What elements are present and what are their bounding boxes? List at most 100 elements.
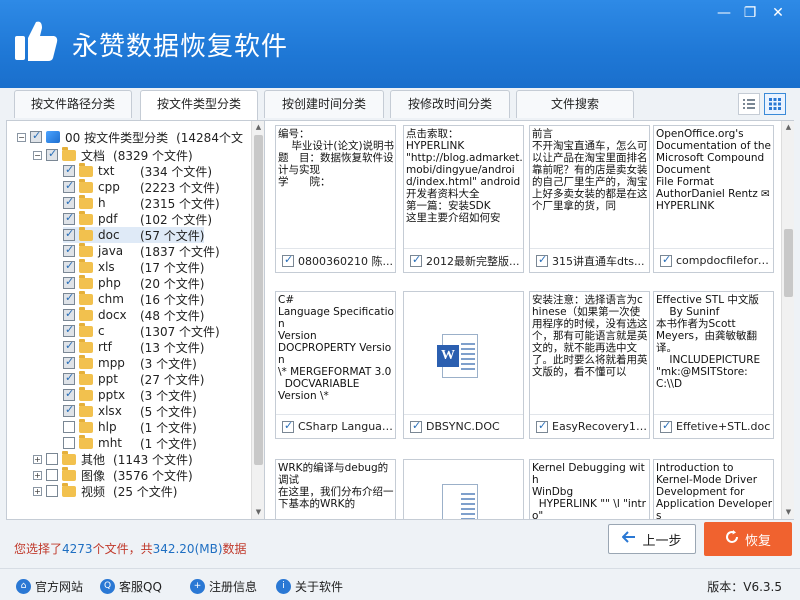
file-card[interactable]: 前言 不开淘宝直通车，怎么可以让产品在淘宝里面排名靠前呢？有的店是卖女装的自己厂… — [529, 125, 650, 273]
file-checkbox[interactable] — [410, 253, 422, 267]
tree-item-documents[interactable]: − 文档 (8329 个文件) — [33, 146, 193, 163]
file-card[interactable]: W DBSYNC.DOC — [403, 291, 524, 439]
tree-item-mpp[interactable]: mpp (3 个文件) — [63, 354, 197, 371]
tree-scrollbar[interactable]: ▲ ▼ — [251, 121, 264, 519]
tree-item-ppt[interactable]: ppt (27 个文件) — [63, 370, 204, 387]
tab-by-created-time[interactable]: 按创建时间分类 — [264, 90, 384, 118]
tree-item-checkbox[interactable] — [46, 485, 58, 497]
tree-item-h[interactable]: h (2315 个文件) — [63, 194, 220, 211]
recover-button[interactable]: 恢复 — [704, 522, 792, 556]
tree-item-mht[interactable]: mht (1 个文件) — [63, 434, 197, 451]
tree-item-pptx[interactable]: pptx (3 个文件) — [63, 386, 197, 403]
tree-item-c[interactable]: c (1307 个文件) — [63, 322, 220, 339]
tree-item-checkbox[interactable] — [63, 211, 75, 225]
grid-scroll-thumb[interactable] — [784, 229, 793, 297]
tree-item-doc[interactable]: doc (57 个文件) — [63, 226, 205, 243]
file-card-footer: 0800360210 陈... — [276, 248, 395, 272]
back-button[interactable]: 上一步 — [608, 524, 696, 554]
tree-item-label: chm — [98, 292, 124, 306]
tree-item-checkbox[interactable] — [46, 453, 58, 465]
tree-item-checkbox[interactable] — [63, 195, 75, 209]
file-checkbox[interactable] — [536, 253, 548, 267]
list-view-icon[interactable] — [738, 93, 760, 115]
tree-item-checkbox[interactable] — [63, 259, 75, 273]
close-icon[interactable]: ✕ — [766, 4, 790, 22]
scroll-up-icon[interactable]: ▲ — [782, 121, 795, 134]
tree-item-checkbox[interactable] — [63, 291, 75, 305]
tree-item-txt[interactable]: txt (334 个文件) — [63, 162, 212, 179]
tree-item-hlp[interactable]: hlp (1 个文件) — [63, 418, 197, 435]
file-checkbox[interactable] — [282, 253, 294, 267]
tree-item-checkbox[interactable] — [63, 163, 75, 177]
tab-by-modified-time[interactable]: 按修改时间分类 — [390, 90, 510, 118]
tree-scroll-thumb[interactable] — [254, 135, 263, 465]
scroll-down-icon[interactable]: ▼ — [782, 506, 795, 519]
tree-item-cpp[interactable]: cpp (2223 个文件) — [63, 178, 220, 195]
tree-item-other[interactable]: + 其他 (1143 个文件) — [33, 450, 193, 467]
tree-item-checkbox[interactable] — [63, 371, 75, 385]
tree-item-checkbox[interactable] — [63, 437, 75, 449]
file-card[interactable]: 点击索取： HYPERLINK "http://blog.admarket.mo… — [403, 125, 524, 273]
tree-item-checkbox[interactable] — [63, 339, 75, 353]
expand-icon[interactable]: + — [33, 470, 42, 480]
support-qq-link[interactable]: Q 客服QQ — [100, 578, 162, 595]
file-card[interactable]: Kernel Debugging with WinDbg HYPERLINK "… — [529, 459, 650, 519]
tab-by-path[interactable]: 按文件路径分类 — [14, 90, 132, 118]
tree-item-checkbox[interactable] — [63, 243, 75, 257]
file-card[interactable]: OpenOffice.org's Documentation of the Mi… — [653, 125, 774, 273]
tree-item-rtf[interactable]: rtf (13 个文件) — [63, 338, 204, 355]
scroll-down-icon[interactable]: ▼ — [252, 506, 264, 519]
file-checkbox[interactable] — [536, 419, 548, 433]
expand-icon[interactable]: + — [33, 454, 42, 464]
file-card[interactable]: 安装注意：选择语言为chinese（如果第一次使用程序的时候，没有选这个，那有可… — [529, 291, 650, 439]
file-card[interactable] — [403, 459, 524, 519]
tree-item-checkbox[interactable] — [63, 179, 75, 193]
expand-icon[interactable]: + — [33, 486, 42, 496]
scroll-up-icon[interactable]: ▲ — [252, 121, 264, 134]
tree-item-xlsx[interactable]: xlsx (5 个文件) — [63, 402, 197, 419]
file-checkbox[interactable] — [660, 253, 672, 267]
official-site-link[interactable]: ⌂ 官方网站 — [16, 578, 83, 595]
grid-view-icon[interactable] — [764, 93, 786, 115]
tree-root-checkbox[interactable] — [30, 129, 42, 143]
tree-item-checkbox[interactable] — [63, 227, 75, 241]
file-card[interactable]: Effective STL 中文版 By Suninf 本书作者为Scott M… — [653, 291, 774, 439]
tree-item-checkbox[interactable] — [63, 307, 75, 321]
tree-item-checkbox[interactable] — [63, 387, 75, 401]
restore-icon[interactable]: ❐ — [738, 4, 762, 22]
registration-info-link[interactable]: + 注册信息 — [190, 578, 257, 595]
tree-item-java[interactable]: java (1837 个文件) — [63, 242, 220, 259]
tree-item-checkbox[interactable] — [46, 147, 58, 161]
tree-item-docx[interactable]: docx (48 个文件) — [63, 306, 204, 323]
tree-item-images[interactable]: + 图像 (3576 个文件) — [33, 466, 193, 483]
tree-item-checkbox[interactable] — [63, 421, 75, 433]
file-checkbox[interactable] — [410, 419, 422, 433]
tree-item-xls[interactable]: xls (17 个文件) — [63, 258, 204, 275]
tree-item-pdf[interactable]: pdf (102 个文件) — [63, 210, 212, 227]
tree-item-php[interactable]: php (20 个文件) — [63, 274, 204, 291]
file-card[interactable]: C# Language Specification Version DOCPRO… — [275, 291, 396, 439]
collapse-icon[interactable]: − — [33, 150, 42, 160]
tree-item-checkbox[interactable] — [63, 355, 75, 369]
tree-item-chm[interactable]: chm (16 个文件) — [63, 290, 204, 307]
tree-item-videos[interactable]: + 视频 (25 个文件) — [33, 482, 177, 499]
collapse-icon[interactable]: − — [17, 132, 26, 142]
about-link[interactable]: i 关于软件 — [276, 578, 343, 595]
minimize-icon[interactable]: — — [712, 4, 736, 22]
tree-item-checkbox[interactable] — [63, 323, 75, 337]
tree-item-checkbox[interactable] — [46, 469, 58, 481]
tree-item-checkbox[interactable] — [63, 275, 75, 289]
file-card[interactable]: 编号： 毕业设计(论文)说明书 题 目：数据恢复软件设计与实现 学 院： 0800… — [275, 125, 396, 273]
grid-scrollbar[interactable]: ▲ ▼ — [781, 121, 794, 519]
tree-item-checkbox[interactable] — [63, 403, 75, 417]
tab-by-type[interactable]: 按文件类型分类 — [140, 90, 258, 121]
folder-icon — [79, 178, 93, 193]
file-card[interactable]: Introduction to Kernel-Mode Driver Devel… — [653, 459, 774, 519]
file-checkbox[interactable] — [282, 419, 294, 433]
file-card[interactable]: WRK的编译与debug的调试 在这里，我们分布介绍一下基本的WRK的 — [275, 459, 396, 519]
tree-item-label: hlp — [98, 420, 117, 434]
tree-root[interactable]: − 00 按文件类型分类 (14284个文 — [17, 129, 243, 145]
user-icon: + — [190, 579, 205, 594]
file-checkbox[interactable] — [660, 419, 672, 433]
tab-file-search[interactable]: 文件搜索 — [516, 90, 634, 118]
